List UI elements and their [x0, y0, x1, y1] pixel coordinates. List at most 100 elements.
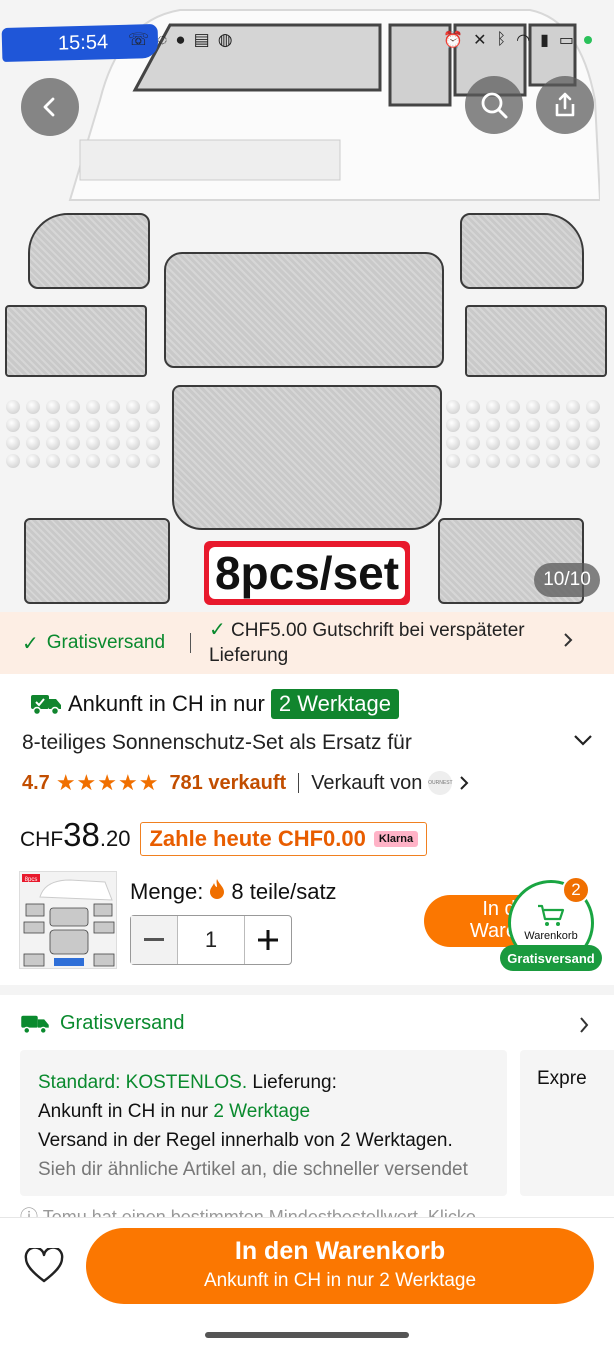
seller-logo[interactable]: OURNEST: [428, 771, 453, 795]
add-to-cart-label: In den Warenkorb: [234, 1237, 446, 1265]
divider: [190, 633, 191, 653]
pdf-icon: ▤: [193, 30, 210, 49]
whatsapp-icon: ◌: [157, 30, 168, 49]
chevron-left-icon: [43, 97, 55, 117]
status-bar: 15:54 ☏ ◌ ● ▤ ◍ ⏰ ✕ ᛒ ◠ ▮ ▭: [0, 22, 614, 63]
arrival-line: Ankunft in CH in nur 2 Werktage: [38, 1097, 489, 1126]
shade-panel: [28, 213, 150, 289]
floating-cart-label: Warenkorb: [524, 930, 578, 942]
thumb-badge: 8pcs: [25, 877, 38, 883]
shade-panel: [172, 385, 442, 530]
mute-icon: ✕: [473, 32, 487, 49]
quantity-value[interactable]: 1: [177, 916, 245, 964]
standard-line: Standard: KOSTENLOS. Lieferung:: [38, 1068, 489, 1097]
check-icon: ✓: [209, 619, 226, 641]
price-currency: CHF: [20, 828, 64, 851]
section-divider: [0, 985, 614, 995]
arrival-prefix: Ankunft in CH in nur: [38, 1101, 214, 1122]
status-system-icons: ⏰ ✕ ᛒ ◠ ▮ ▭: [443, 30, 592, 50]
arrival-info: Ankunft in CH in nur 2 Werktage: [30, 689, 399, 719]
back-button[interactable]: [21, 78, 79, 136]
quantity-unit: 8 teile/satz: [231, 879, 337, 904]
facebook-icon: ●: [175, 30, 186, 49]
search-button[interactable]: [465, 76, 523, 134]
cart-count-badge: 2: [562, 876, 590, 904]
sold-count: 781 verkauft: [169, 771, 287, 794]
shade-panel: [5, 305, 147, 377]
shade-panel: [465, 305, 607, 377]
sold-by-label: Verkauft von: [311, 771, 423, 794]
quantity-label-row: Menge: 8 teile/satz: [130, 878, 337, 906]
floating-cart-free-shipping: Gratisversand: [500, 945, 602, 971]
plus-icon: [258, 930, 278, 950]
free-shipping-label: Gratisversand: [46, 632, 166, 653]
star-rating-icon: ★★★★★: [55, 770, 160, 795]
battery-icon: ▭: [558, 32, 574, 49]
suction-cups-left: [6, 400, 164, 468]
share-icon: [555, 92, 575, 117]
arrival-days: 2 Werktage: [213, 1101, 311, 1122]
product-thumbnail[interactable]: 8pcs: [19, 871, 117, 969]
free-shipping-benefit: ✓ Gratisversand: [0, 631, 190, 656]
wifi-icon: ◠: [516, 32, 531, 49]
shipping-section-header[interactable]: Gratisversand: [20, 1012, 185, 1035]
edge-icon: ◍: [217, 30, 233, 49]
typical-shipping: Versand in der Regel innerhalb von 2 Wer…: [38, 1130, 453, 1151]
alarm-icon: ⏰: [443, 32, 464, 49]
late-delivery-credit: ✓ CHF5.00 Gutschrift bei verspäteter Lie…: [209, 618, 614, 668]
standard-label: Standard: KOSTENLOS.: [38, 1072, 248, 1093]
minimum-order-notice[interactable]: ⓘ Temu hat einen bestimmten Mindestbeste…: [20, 1204, 580, 1218]
signal-icon: ▮: [540, 32, 549, 49]
delivery-truck-icon: [21, 1015, 49, 1034]
shipping-benefits-strip[interactable]: ✓ Gratisversand ✓ CHF5.00 Gutschrift bei…: [0, 612, 614, 674]
shipping-section-title: Gratisversand: [60, 1012, 185, 1034]
price-main: 38: [63, 816, 100, 853]
product-thumbnail-image: 8pcs: [20, 872, 116, 968]
suction-cups-right: [446, 400, 604, 468]
image-counter: 10/10: [534, 563, 600, 597]
arrival-days-badge: 2 Werktage: [270, 689, 399, 719]
standard-shipping-card[interactable]: Standard: KOSTENLOS. Lieferung: Ankunft …: [20, 1050, 507, 1196]
decrement-button[interactable]: [131, 916, 177, 964]
minus-icon: [144, 938, 164, 941]
quantity-stepper[interactable]: 1: [130, 915, 292, 965]
rating-value: 4.7: [22, 771, 50, 794]
heart-icon[interactable]: [24, 1248, 64, 1284]
shade-panel: [24, 518, 170, 604]
chevron-right-icon: [460, 776, 469, 790]
quantity-label: Menge:: [130, 879, 204, 904]
shade-panel: [164, 252, 444, 368]
share-button[interactable]: [536, 76, 594, 134]
faster-items-link[interactable]: Sieh dir ähnliche Artikel an, die schnel…: [38, 1155, 489, 1184]
price: CHF38.20: [20, 816, 130, 854]
price-row: CHF38.20 Zahle heute CHF0.00 Klarna: [20, 816, 428, 856]
privacy-indicator-icon: [584, 36, 592, 44]
shade-panel: [460, 213, 584, 289]
chevron-right-icon[interactable]: [578, 1016, 590, 1034]
product-image-gallery[interactable]: 8pcs/set 15:54 ☏ ◌ ● ▤ ◍ ⏰ ✕ ᛒ ◠ ▮ ▭ 10/…: [0, 0, 614, 612]
home-indicator: [205, 1332, 409, 1338]
klarna-logo: Klarna: [373, 831, 419, 847]
add-to-cart-button[interactable]: In den Warenkorb Ankunft in CH in nur 2 …: [86, 1228, 594, 1304]
cart-icon: [538, 904, 565, 926]
add-to-cart-sublabel: Ankunft in CH in nur 2 Werktage: [203, 1270, 477, 1291]
express-shipping-card[interactable]: Expre: [520, 1050, 614, 1196]
chevron-down-icon[interactable]: [572, 732, 594, 748]
pay-today-badge[interactable]: Zahle heute CHF0.00 Klarna: [140, 822, 428, 856]
increment-button[interactable]: [245, 916, 291, 964]
price-cents: .20: [99, 826, 131, 851]
bluetooth-icon: ᛒ: [496, 31, 507, 48]
arrival-text: Ankunft in CH in nur: [68, 691, 265, 716]
product-title[interactable]: 8-teiliges Sonnenschutz-Set als Ersatz f…: [22, 731, 412, 755]
search-icon: [481, 92, 508, 119]
phone-icon: ☏: [128, 30, 150, 49]
check-icon: ✓: [22, 632, 39, 655]
chevron-right-icon: [564, 633, 573, 647]
status-app-icons: ☏ ◌ ● ▤ ◍: [128, 30, 233, 50]
rating-row[interactable]: 4.7 ★★★★★ 781 verkauft Verkauft von OURN…: [22, 770, 470, 796]
set-count-badge: 8pcs/set: [204, 541, 410, 605]
pay-today-label: Zahle heute CHF0.00: [149, 826, 366, 851]
late-delivery-credit-label: CHF5.00 Gutschrift bei verspäteter Liefe…: [209, 620, 525, 666]
delivery-truck-icon: [31, 695, 61, 716]
bottom-action-bar: In den Warenkorb Ankunft in CH in nur 2 …: [0, 1217, 614, 1350]
